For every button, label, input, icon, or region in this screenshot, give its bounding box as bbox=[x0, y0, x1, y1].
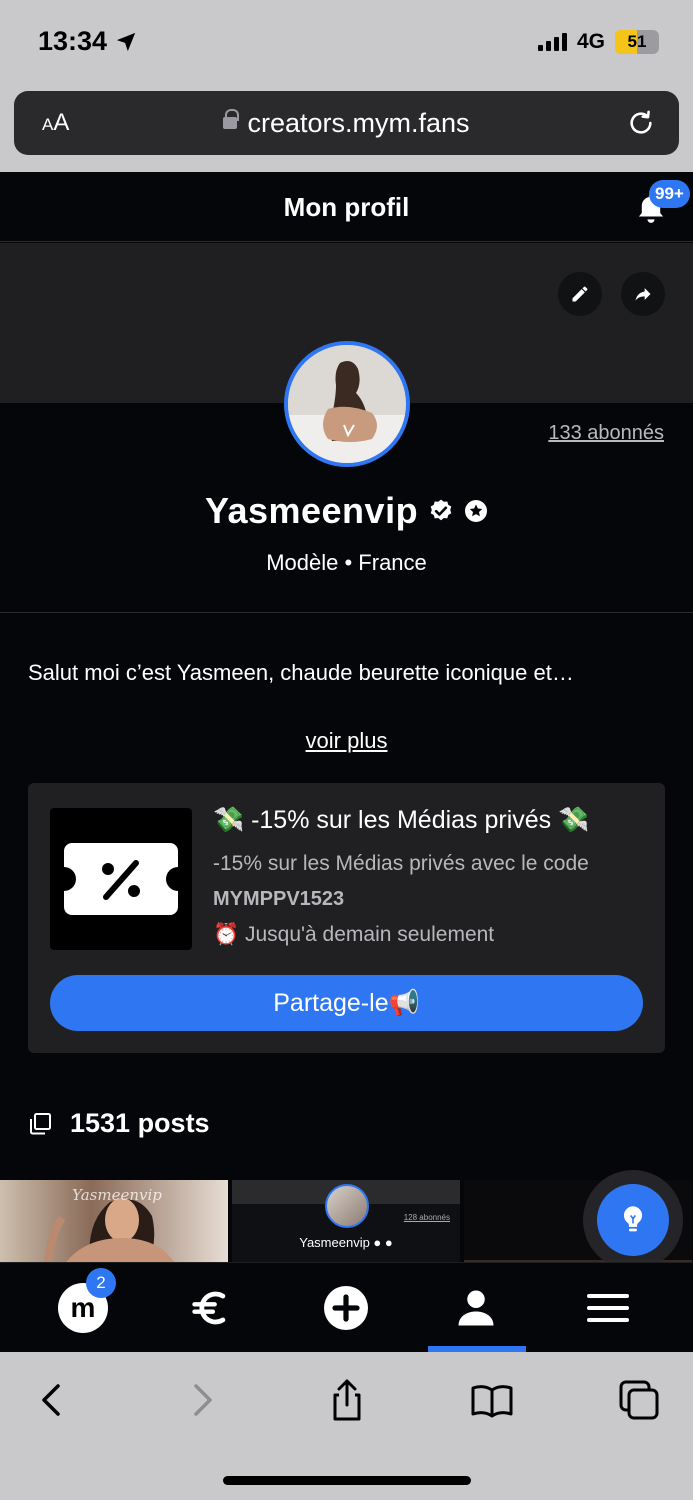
battery-icon: 51 bbox=[615, 30, 659, 54]
back-icon[interactable] bbox=[30, 1378, 74, 1422]
post-mini-username: Yasmeenvip ● ● bbox=[299, 1235, 393, 1250]
notifications-badge[interactable]: 99+ bbox=[649, 180, 690, 208]
verified-badge-icon bbox=[430, 499, 452, 521]
promo-title: 💸 -15% sur les Médias privés 💸 bbox=[213, 806, 590, 834]
nav-create[interactable] bbox=[301, 1263, 391, 1353]
posts-header: 1531 posts bbox=[28, 1108, 210, 1139]
browser-top-chrome: 13:34 4G 51 AA creators.mym.fans bbox=[0, 0, 693, 172]
tabs-icon[interactable] bbox=[617, 1378, 661, 1422]
url-text[interactable]: creators.mym.fans bbox=[247, 108, 469, 139]
post-mini-subscribers: 128 abonnés bbox=[403, 1213, 450, 1222]
share-promo-button[interactable]: Partage-le📢 bbox=[50, 975, 643, 1031]
reload-icon[interactable] bbox=[627, 109, 655, 137]
post-mini-avatar bbox=[325, 1184, 369, 1228]
avatar-photo bbox=[288, 345, 406, 463]
euro-icon bbox=[192, 1291, 226, 1325]
share-arrow-icon bbox=[635, 288, 651, 301]
see-more-link[interactable]: voir plus bbox=[0, 728, 693, 754]
signal-icon bbox=[537, 33, 567, 51]
hamburger-menu-icon bbox=[587, 1294, 629, 1322]
status-time: 13:34 bbox=[38, 26, 137, 57]
lightbulb-icon bbox=[623, 1206, 643, 1232]
user-icon bbox=[458, 1290, 494, 1326]
status-indicators: 4G 51 bbox=[537, 30, 659, 54]
profile-bio: Salut moi c’est Yasmeen, chaude beurette… bbox=[28, 660, 574, 685]
promo-code: MYMPPV1523 bbox=[213, 888, 345, 910]
nav-menu[interactable] bbox=[563, 1263, 653, 1353]
home-indicator bbox=[223, 1476, 471, 1485]
promo-description: -15% sur les Médias privés avec le code bbox=[213, 852, 589, 875]
location-arrow-icon bbox=[116, 32, 136, 51]
app-header: Mon profil bbox=[0, 172, 693, 242]
nav-profile[interactable] bbox=[431, 1263, 521, 1353]
post-thumbnail[interactable]: Yasmeenvip bbox=[0, 1180, 228, 1262]
subscribers-link[interactable]: 133 abonnés bbox=[548, 422, 664, 445]
star-badge-icon bbox=[465, 500, 488, 522]
post-thumbnail[interactable]: 128 abonnés Yasmeenvip ● ● bbox=[232, 1180, 460, 1262]
share-icon[interactable] bbox=[325, 1378, 369, 1422]
promo-deadline: ⏰ Jusqu'à demain seulement bbox=[213, 923, 495, 946]
post-watermark: Yasmeenvip bbox=[72, 1186, 162, 1204]
avatar[interactable] bbox=[284, 341, 410, 467]
divider bbox=[0, 612, 693, 613]
plus-circle-icon bbox=[324, 1286, 368, 1330]
bookmarks-icon[interactable] bbox=[470, 1378, 514, 1422]
network-type: 4G bbox=[576, 30, 605, 53]
profile-meta: Modèle • France bbox=[266, 550, 427, 575]
page-title: Mon profil bbox=[283, 192, 410, 222]
promo-card: 💸 -15% sur les Médias privés 💸 -15% sur … bbox=[28, 783, 665, 1053]
nav-earnings[interactable] bbox=[166, 1263, 256, 1353]
tips-button[interactable] bbox=[597, 1184, 669, 1256]
pencil-icon bbox=[572, 286, 588, 302]
username: Yasmeenvip bbox=[204, 490, 419, 531]
lock-icon bbox=[223, 109, 240, 133]
url-bar[interactable]: AA creators.mym.fans bbox=[14, 91, 679, 155]
share-profile-button[interactable] bbox=[621, 272, 665, 316]
posts-count: 1531 posts bbox=[70, 1108, 210, 1138]
username-row: Yasmeenvip bbox=[0, 490, 693, 532]
edit-profile-button[interactable] bbox=[558, 272, 602, 316]
coupon-icon bbox=[50, 808, 192, 950]
posts-stack-icon bbox=[30, 1112, 51, 1134]
messages-badge[interactable]: 2 bbox=[86, 1268, 116, 1298]
forward-icon[interactable] bbox=[180, 1378, 224, 1422]
